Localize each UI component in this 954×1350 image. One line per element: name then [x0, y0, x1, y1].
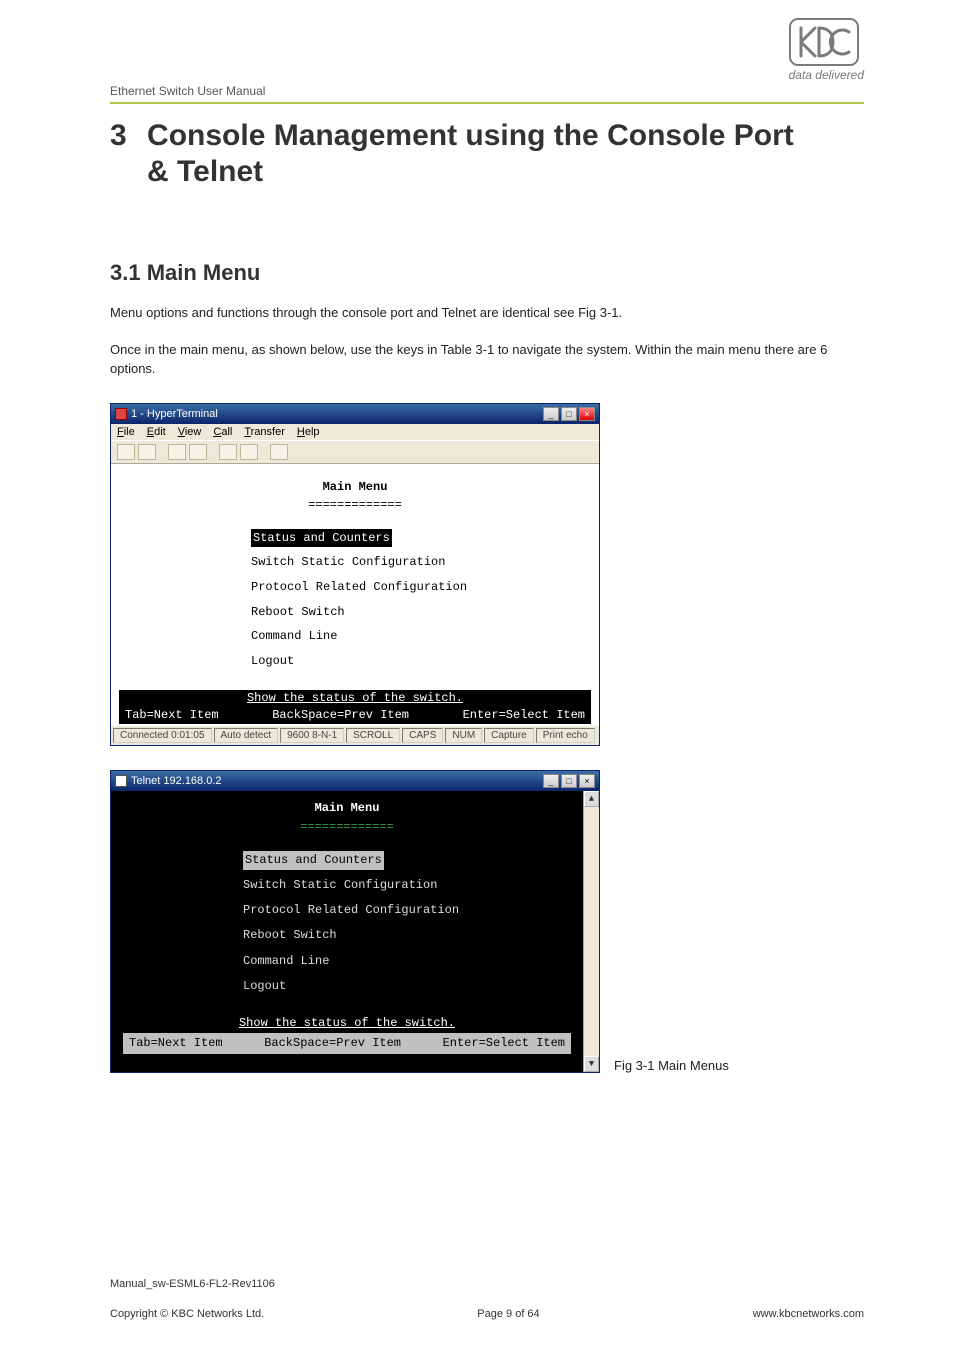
minimize-button[interactable]: _ [543, 407, 559, 421]
footer-url: www.kbcnetworks.com [753, 1308, 864, 1320]
toolbar-connect-icon[interactable] [168, 444, 186, 460]
scroll-down-icon[interactable]: ▼ [584, 1056, 599, 1072]
window-title: 1 - HyperTerminal [131, 408, 218, 420]
menu-help[interactable]: Help [297, 426, 320, 438]
doc-header: Ethernet Switch User Manual [110, 84, 864, 104]
menu-item-logout[interactable]: Logout [251, 652, 579, 671]
hint-enter: Enter=Select Item [463, 708, 585, 722]
hint-enter: Enter=Select Item [443, 1034, 565, 1053]
close-button[interactable]: × [579, 774, 595, 788]
nav-hint-bar: Tab=Next Item BackSpace=Prev Item Enter=… [123, 1033, 571, 1054]
status-capture: Capture [484, 728, 534, 743]
menu-item-status[interactable]: Status and Counters [243, 851, 384, 870]
menu-item-static[interactable]: Switch Static Configuration [243, 876, 571, 895]
scroll-up-icon[interactable]: ▲ [584, 791, 599, 807]
kbc-logo-icon [789, 18, 859, 66]
maximize-button[interactable]: □ [561, 407, 577, 421]
minimize-button[interactable]: _ [543, 774, 559, 788]
page-footer: Manual_sw-ESML6-FL2-Rev1106 Copyright © … [110, 1278, 864, 1320]
toolbar-receive-icon[interactable] [240, 444, 258, 460]
close-button[interactable]: × [579, 407, 595, 421]
terminal-title-separator: ============= [123, 818, 571, 837]
toolbar-send-icon[interactable] [219, 444, 237, 460]
menu-item-reboot[interactable]: Reboot Switch [251, 603, 579, 622]
toolbar-disconnect-icon[interactable] [189, 444, 207, 460]
status-echo: Print echo [536, 728, 595, 743]
figure-caption: Fig 3-1 Main Menus [614, 1058, 729, 1073]
menu-edit[interactable]: Edit [147, 426, 166, 438]
telnet-screenshot: Telnet 192.168.0.2 _ □ × Main Menu =====… [110, 770, 600, 1074]
menu-item-reboot[interactable]: Reboot Switch [243, 926, 571, 945]
menu-transfer[interactable]: Transfer [244, 426, 285, 438]
maximize-button[interactable]: □ [561, 774, 577, 788]
footer-page: Page 9 of 64 [477, 1308, 539, 1320]
menu-file[interactable]: File [117, 426, 135, 438]
terminal-title-separator: ============= [131, 496, 579, 515]
window-titlebar: Telnet 192.168.0.2 _ □ × [111, 771, 599, 791]
chapter-number: 3 [110, 118, 127, 154]
window-title: Telnet 192.168.0.2 [131, 775, 222, 787]
hint-tab: Tab=Next Item [125, 708, 219, 722]
status-caps: CAPS [402, 728, 443, 743]
hint-backspace: BackSpace=Prev Item [264, 1034, 401, 1053]
hint-tab: Tab=Next Item [129, 1034, 223, 1053]
toolbar-open-icon[interactable] [138, 444, 156, 460]
status-scroll: SCROLL [346, 728, 400, 743]
footer-manual-id: Manual_sw-ESML6-FL2-Rev1106 [110, 1278, 864, 1290]
toolbar-new-icon[interactable] [117, 444, 135, 460]
hyperterminal-screenshot: 1 - HyperTerminal _ □ × File Edit View C… [110, 403, 600, 746]
body-paragraph-1: Menu options and functions through the c… [110, 304, 864, 323]
body-paragraph-2: Once in the main menu, as shown below, u… [110, 341, 864, 379]
terminal-area: Main Menu ============= Status and Count… [111, 791, 583, 1073]
chapter-title: 3 Console Management using the Console P… [110, 118, 864, 190]
footer-copyright: Copyright © KBC Networks Ltd. [110, 1308, 264, 1320]
chapter-text: Console Management using the Console Por… [147, 118, 807, 190]
toolbar-properties-icon[interactable] [270, 444, 288, 460]
app-icon [115, 408, 127, 420]
status-baud: 9600 8-N-1 [280, 728, 344, 743]
menu-item-command[interactable]: Command Line [243, 952, 571, 971]
status-autodetect: Auto detect [214, 728, 279, 743]
menu-call[interactable]: Call [213, 426, 232, 438]
terminal-title: Main Menu [131, 478, 579, 497]
brand-logo: data delivered [789, 18, 864, 82]
status-connected: Connected 0:01:05 [113, 728, 212, 743]
terminal-area: Main Menu ============= Status and Count… [119, 470, 591, 690]
menu-bar: File Edit View Call Transfer Help [111, 424, 599, 440]
nav-hint-bar: Tab=Next Item BackSpace=Prev Item Enter=… [119, 706, 591, 724]
menu-item-command[interactable]: Command Line [251, 627, 579, 646]
menu-item-static[interactable]: Switch Static Configuration [251, 553, 579, 572]
status-line-description: Show the status of the switch. [123, 1014, 571, 1033]
toolbar [111, 440, 599, 464]
status-line-description: Show the status of the switch. [119, 690, 591, 706]
scrollbar[interactable]: ▲ ▼ [583, 791, 599, 1073]
app-icon [115, 775, 127, 787]
menu-item-protocol[interactable]: Protocol Related Configuration [243, 901, 571, 920]
menu-view[interactable]: View [178, 426, 202, 438]
terminal-title: Main Menu [123, 799, 571, 818]
status-num: NUM [445, 728, 482, 743]
hint-backspace: BackSpace=Prev Item [219, 708, 463, 722]
window-titlebar: 1 - HyperTerminal _ □ × [111, 404, 599, 424]
menu-item-status[interactable]: Status and Counters [251, 529, 392, 548]
brand-tagline: data delivered [789, 68, 864, 82]
menu-item-protocol[interactable]: Protocol Related Configuration [251, 578, 579, 597]
section-title: 3.1 Main Menu [110, 260, 864, 286]
status-bar: Connected 0:01:05 Auto detect 9600 8-N-1… [111, 726, 599, 745]
menu-item-logout[interactable]: Logout [243, 977, 571, 996]
